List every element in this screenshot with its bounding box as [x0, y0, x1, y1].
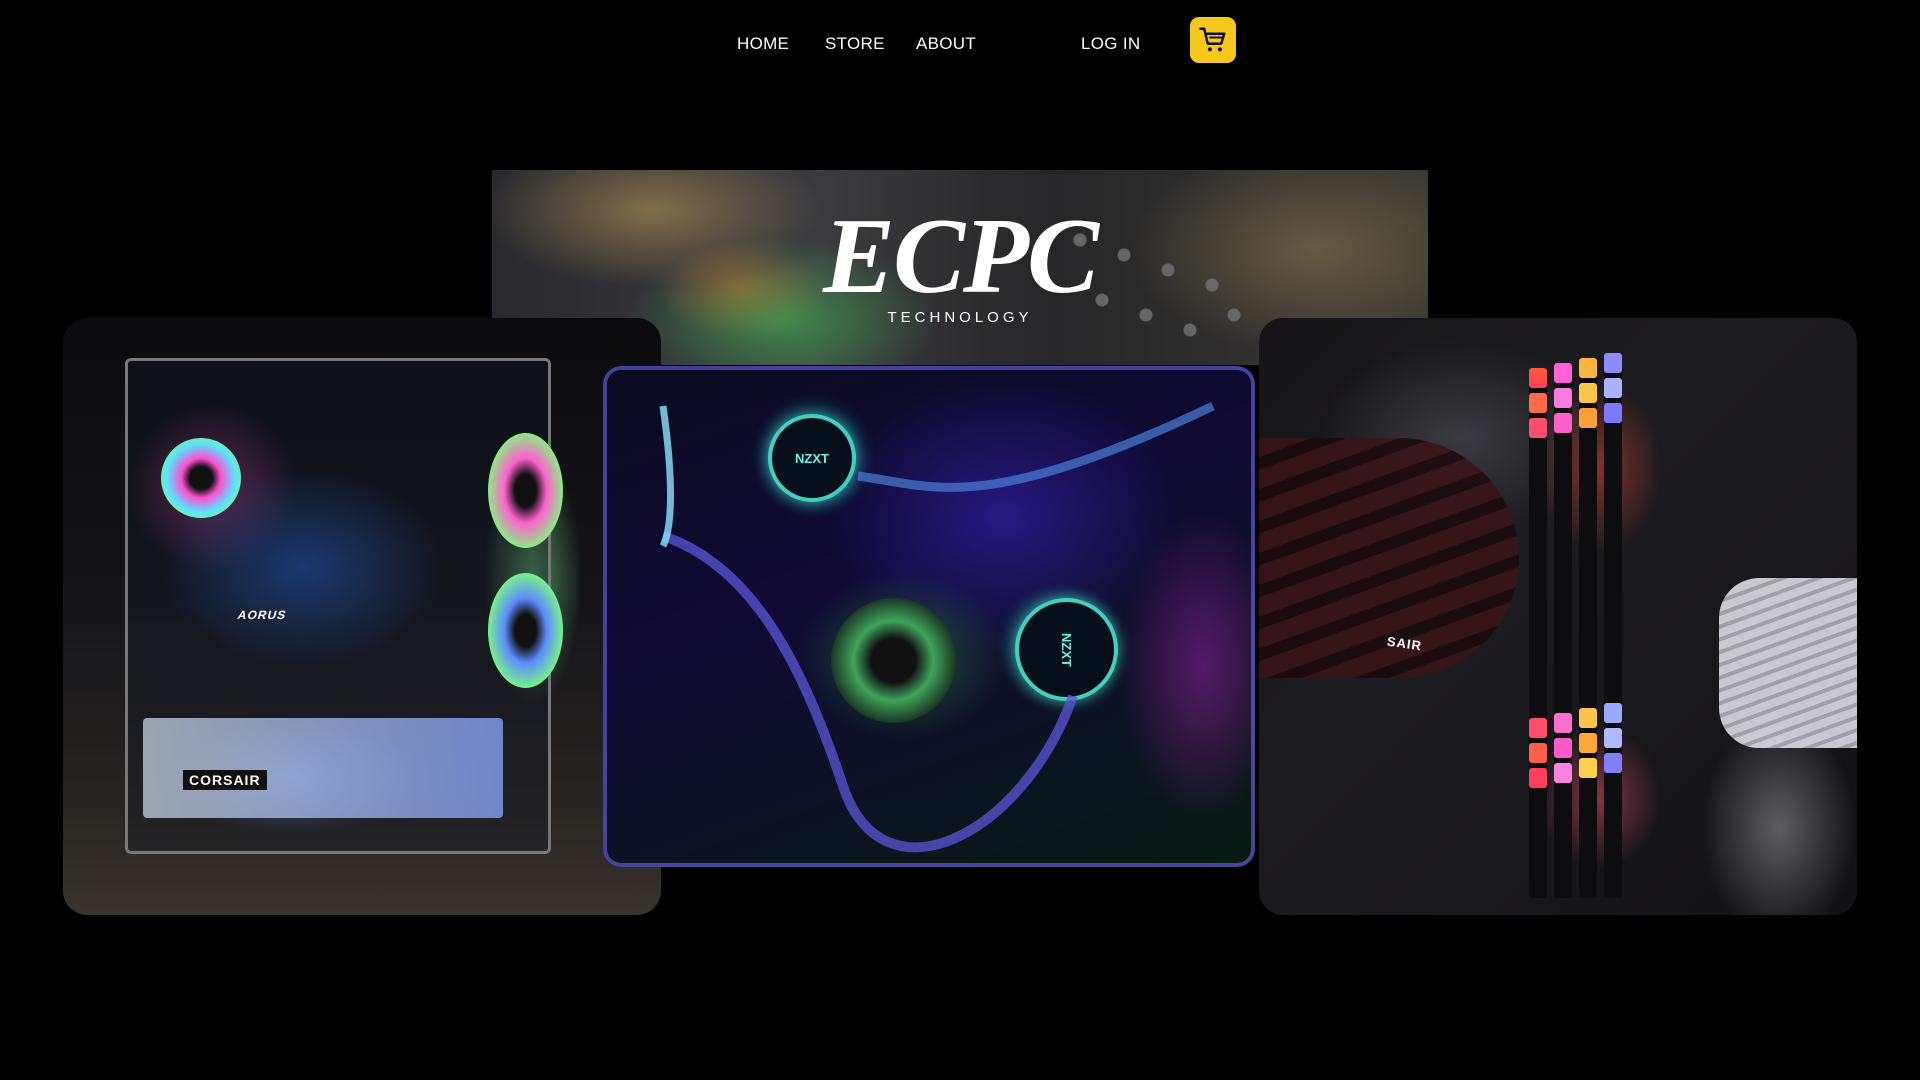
rgb-fan-top [161, 438, 241, 518]
logo-tagline: TECHNOLOGY [887, 309, 1033, 326]
ram-stick-1 [1529, 368, 1547, 898]
nav-store[interactable]: STORE [825, 34, 885, 54]
white-cable-bundle [1719, 578, 1857, 748]
cart-icon [1199, 27, 1226, 52]
rgb-fan-front-1 [488, 433, 563, 548]
gallery-image-ram-modules[interactable]: SAIR [1259, 318, 1857, 915]
ram-stick-3 [1579, 358, 1597, 898]
nav-login[interactable]: LOG IN [1081, 34, 1140, 54]
nav-about[interactable]: ABOUT [916, 34, 976, 54]
corsair-badge: CORSAIR [183, 770, 267, 790]
aorus-badge: AORUS [236, 608, 289, 622]
logo-text: ECPC [822, 200, 1101, 300]
coolant-tubes [659, 401, 1215, 853]
rgb-fan-front-2 [488, 573, 563, 688]
gallery-image-liquid-cooling[interactable]: NZXT NZXT [603, 366, 1255, 867]
psu-shroud [143, 718, 503, 818]
nav-home[interactable]: HOME [737, 34, 789, 54]
page: HOME STORE ABOUT LOG IN ECPC TECHNOLOGY [0, 0, 1920, 1080]
gallery-image-pc-case[interactable]: CORSAIR AORUS [63, 318, 661, 915]
cart-button[interactable] [1190, 17, 1236, 63]
ram-stick-2 [1554, 363, 1572, 898]
ram-stick-4 [1604, 353, 1622, 898]
logo-mark: ECPC [822, 197, 1103, 316]
brand-logo: ECPC TECHNOLOGY [810, 197, 1110, 326]
top-nav: HOME STORE ABOUT LOG IN [0, 0, 1920, 90]
